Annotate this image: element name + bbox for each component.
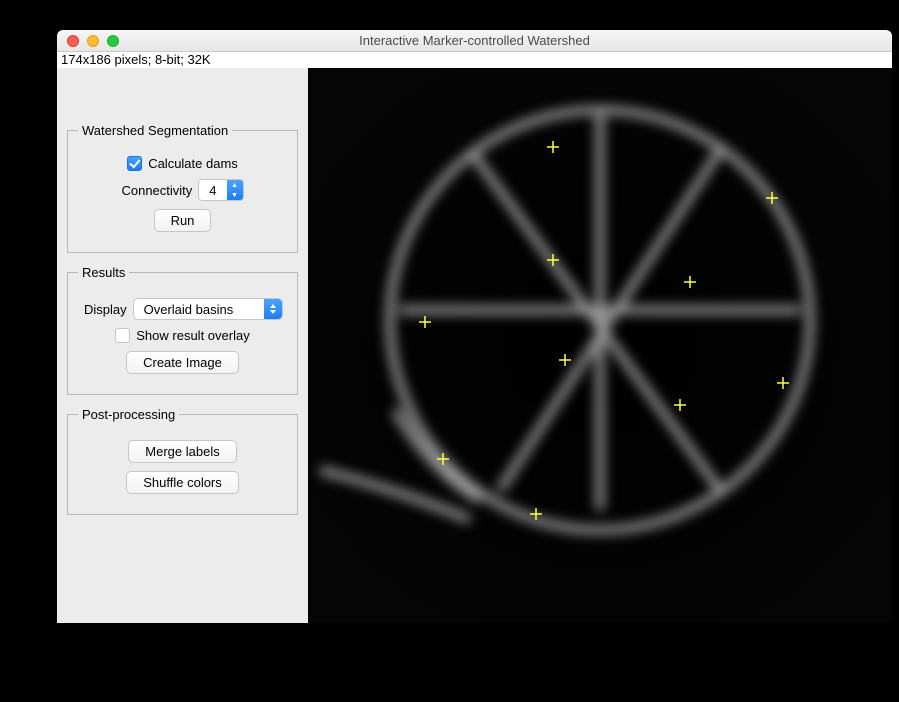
group-results: Results Display Overlaid basins Show res… (67, 265, 298, 395)
run-button[interactable]: Run (154, 209, 212, 232)
merge-labels-button[interactable]: Merge labels (128, 440, 236, 463)
titlebar: Interactive Marker-controlled Watershed (57, 30, 892, 52)
group-watershed: Watershed Segmentation Calculate dams Co… (67, 123, 298, 253)
show-overlay-checkbox[interactable] (115, 328, 130, 343)
image-info-strip: 174x186 pixels; 8-bit; 32K (57, 52, 892, 68)
window-title: Interactive Marker-controlled Watershed (57, 33, 892, 48)
group-results-legend: Results (78, 265, 129, 280)
create-image-button[interactable]: Create Image (126, 351, 239, 374)
stepper-arrows-icon[interactable]: ▲▼ (227, 180, 243, 200)
display-select[interactable]: Overlaid basins (133, 298, 283, 320)
connectivity-label: Connectivity (121, 183, 192, 198)
connectivity-value: 4 (199, 183, 226, 198)
chevron-updown-icon (264, 299, 282, 319)
display-value: Overlaid basins (134, 302, 264, 317)
group-postprocessing: Post-processing Merge labels Shuffle col… (67, 407, 298, 515)
connectivity-stepper[interactable]: 4 ▲▼ (198, 179, 243, 201)
show-overlay-label: Show result overlay (136, 328, 249, 343)
calculate-dams-checkbox[interactable] (127, 156, 142, 171)
group-watershed-legend: Watershed Segmentation (78, 123, 232, 138)
shuffle-colors-button[interactable]: Shuffle colors (126, 471, 239, 494)
display-label: Display (84, 302, 127, 317)
control-panel: Watershed Segmentation Calculate dams Co… (57, 68, 308, 623)
calculate-dams-label: Calculate dams (148, 156, 238, 171)
image-canvas[interactable] (308, 68, 892, 623)
group-post-legend: Post-processing (78, 407, 179, 422)
